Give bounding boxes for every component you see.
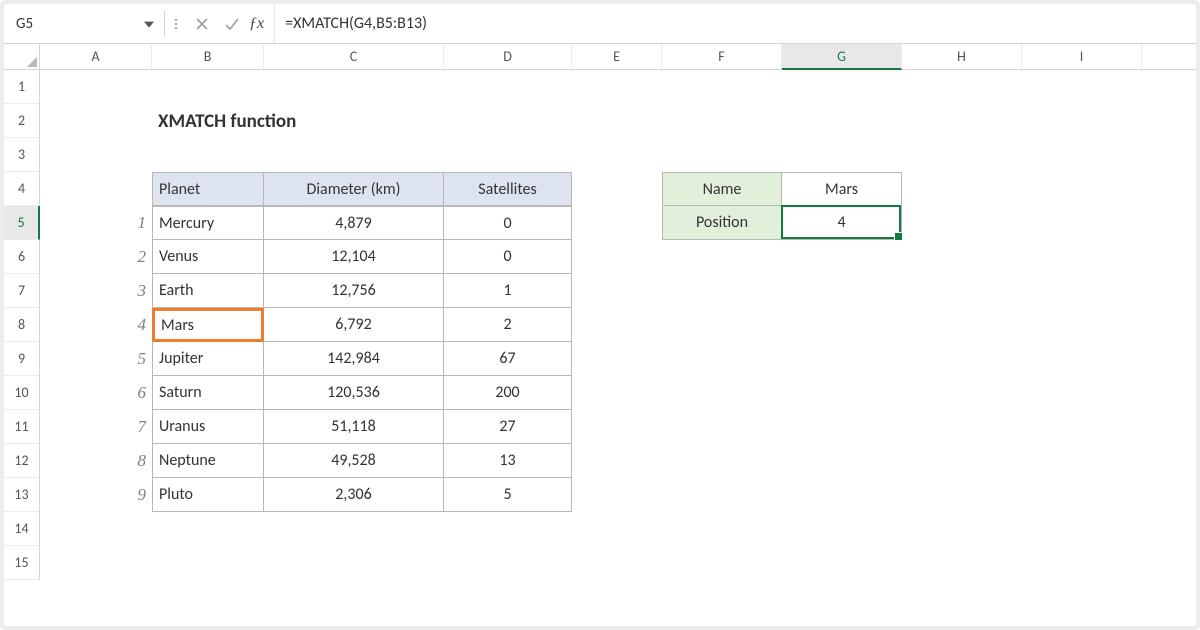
- diameter-cell-13[interactable]: 2,306: [264, 478, 444, 512]
- table-header-satellites[interactable]: Satellites: [444, 172, 572, 206]
- sat-cell-11[interactable]: 27: [444, 410, 572, 444]
- sat-cell-6[interactable]: 0: [444, 240, 572, 274]
- col-head-C[interactable]: C: [264, 44, 444, 69]
- row-head-1[interactable]: 1: [4, 70, 40, 104]
- divider: [164, 10, 165, 37]
- col-header-row: ABCDEFGHI: [40, 44, 1196, 70]
- check-icon: [224, 16, 240, 32]
- planet-cell-7[interactable]: Earth: [152, 274, 264, 308]
- row-head-8[interactable]: 8: [4, 308, 40, 342]
- row-head-11[interactable]: 11: [4, 410, 40, 444]
- row-head-4[interactable]: 4: [4, 172, 40, 206]
- row-head-2[interactable]: 2: [4, 104, 40, 138]
- sat-cell-5[interactable]: 0: [444, 206, 572, 240]
- row-index-9: 5: [40, 342, 152, 376]
- spreadsheet-grid[interactable]: 123456789101112131415 ABCDEFGHI XMATCH f…: [4, 44, 1196, 626]
- col-head-H[interactable]: H: [902, 44, 1022, 69]
- col-head-F[interactable]: F: [662, 44, 782, 69]
- planet-cell-11[interactable]: Uranus: [152, 410, 264, 444]
- drag-handle-icon[interactable]: [171, 19, 181, 29]
- diameter-cell-5[interactable]: 4,879: [264, 206, 444, 240]
- row-head-7[interactable]: 7: [4, 274, 40, 308]
- planet-cell-8[interactable]: Mars: [152, 308, 264, 342]
- col-head-I[interactable]: I: [1022, 44, 1142, 69]
- diameter-cell-10[interactable]: 120,536: [264, 376, 444, 410]
- col-head-B[interactable]: B: [152, 44, 264, 69]
- lookup-name-value[interactable]: Mars: [782, 172, 902, 206]
- cells-area[interactable]: XMATCH function PlanetDiameter (km)Satell…: [40, 70, 1196, 626]
- planet-cell-13[interactable]: Pluto: [152, 478, 264, 512]
- row-head-9[interactable]: 9: [4, 342, 40, 376]
- sat-cell-8[interactable]: 2: [444, 308, 572, 342]
- col-head-D[interactable]: D: [444, 44, 572, 69]
- close-icon: [195, 17, 209, 31]
- planet-cell-10[interactable]: Saturn: [152, 376, 264, 410]
- row-index-11: 7: [40, 410, 152, 444]
- diameter-cell-9[interactable]: 142,984: [264, 342, 444, 376]
- row-head-3[interactable]: 3: [4, 138, 40, 172]
- sat-cell-7[interactable]: 1: [444, 274, 572, 308]
- row-index-13: 9: [40, 478, 152, 512]
- col-head-E[interactable]: E: [572, 44, 662, 69]
- row-head-6[interactable]: 6: [4, 240, 40, 274]
- planet-cell-5[interactable]: Mercury: [152, 206, 264, 240]
- formula-input[interactable]: =XMATCH(G4,B5:B13): [274, 4, 1196, 43]
- col-head-A[interactable]: A: [40, 44, 152, 69]
- row-index-12: 8: [40, 444, 152, 478]
- sat-cell-10[interactable]: 200: [444, 376, 572, 410]
- table-header-diameter[interactable]: Diameter (km): [264, 172, 444, 206]
- row-head-12[interactable]: 12: [4, 444, 40, 478]
- row-index-6: 2: [40, 240, 152, 274]
- lookup-position-label[interactable]: Position: [662, 206, 782, 240]
- row-head-15[interactable]: 15: [4, 546, 40, 580]
- diameter-cell-11[interactable]: 51,118: [264, 410, 444, 444]
- enter-button[interactable]: [219, 11, 245, 37]
- select-all-corner[interactable]: [4, 44, 40, 70]
- row-head-10[interactable]: 10: [4, 376, 40, 410]
- formula-bar: G5 ƒx =XMATCH(G4,B5:B13): [4, 4, 1196, 44]
- cancel-button[interactable]: [189, 11, 215, 37]
- window: G5 ƒx =XMATCH(G4,B5:B13) 123456789101112…: [0, 0, 1200, 630]
- row-index-7: 3: [40, 274, 152, 308]
- row-head-5[interactable]: 5: [4, 206, 40, 240]
- planet-cell-6[interactable]: Venus: [152, 240, 264, 274]
- col-head-G[interactable]: G: [782, 44, 902, 70]
- diameter-cell-7[interactable]: 12,756: [264, 274, 444, 308]
- row-head-14[interactable]: 14: [4, 512, 40, 546]
- table-header-planet[interactable]: Planet: [152, 172, 264, 206]
- planet-cell-12[interactable]: Neptune: [152, 444, 264, 478]
- row-index-10: 6: [40, 376, 152, 410]
- lookup-position-value[interactable]: 4: [782, 206, 902, 240]
- row-header-col: 123456789101112131415: [4, 44, 40, 626]
- cell-reference: G5: [16, 15, 33, 33]
- planet-cell-9[interactable]: Jupiter: [152, 342, 264, 376]
- sat-cell-9[interactable]: 67: [444, 342, 572, 376]
- formula-text: =XMATCH(G4,B5:B13): [285, 14, 427, 33]
- row-index-8: 4: [40, 308, 152, 342]
- name-box[interactable]: G5: [4, 4, 164, 43]
- chevron-down-icon[interactable]: [144, 21, 154, 27]
- diameter-cell-8[interactable]: 6,792: [264, 308, 444, 342]
- page-title[interactable]: XMATCH function: [152, 104, 444, 138]
- sat-cell-12[interactable]: 13: [444, 444, 572, 478]
- row-index-5: 1: [40, 206, 152, 240]
- diameter-cell-6[interactable]: 12,104: [264, 240, 444, 274]
- sat-cell-13[interactable]: 5: [444, 478, 572, 512]
- fx-icon[interactable]: ƒx: [249, 15, 264, 33]
- row-head-13[interactable]: 13: [4, 478, 40, 512]
- lookup-name-label[interactable]: Name: [662, 172, 782, 206]
- diameter-cell-12[interactable]: 49,528: [264, 444, 444, 478]
